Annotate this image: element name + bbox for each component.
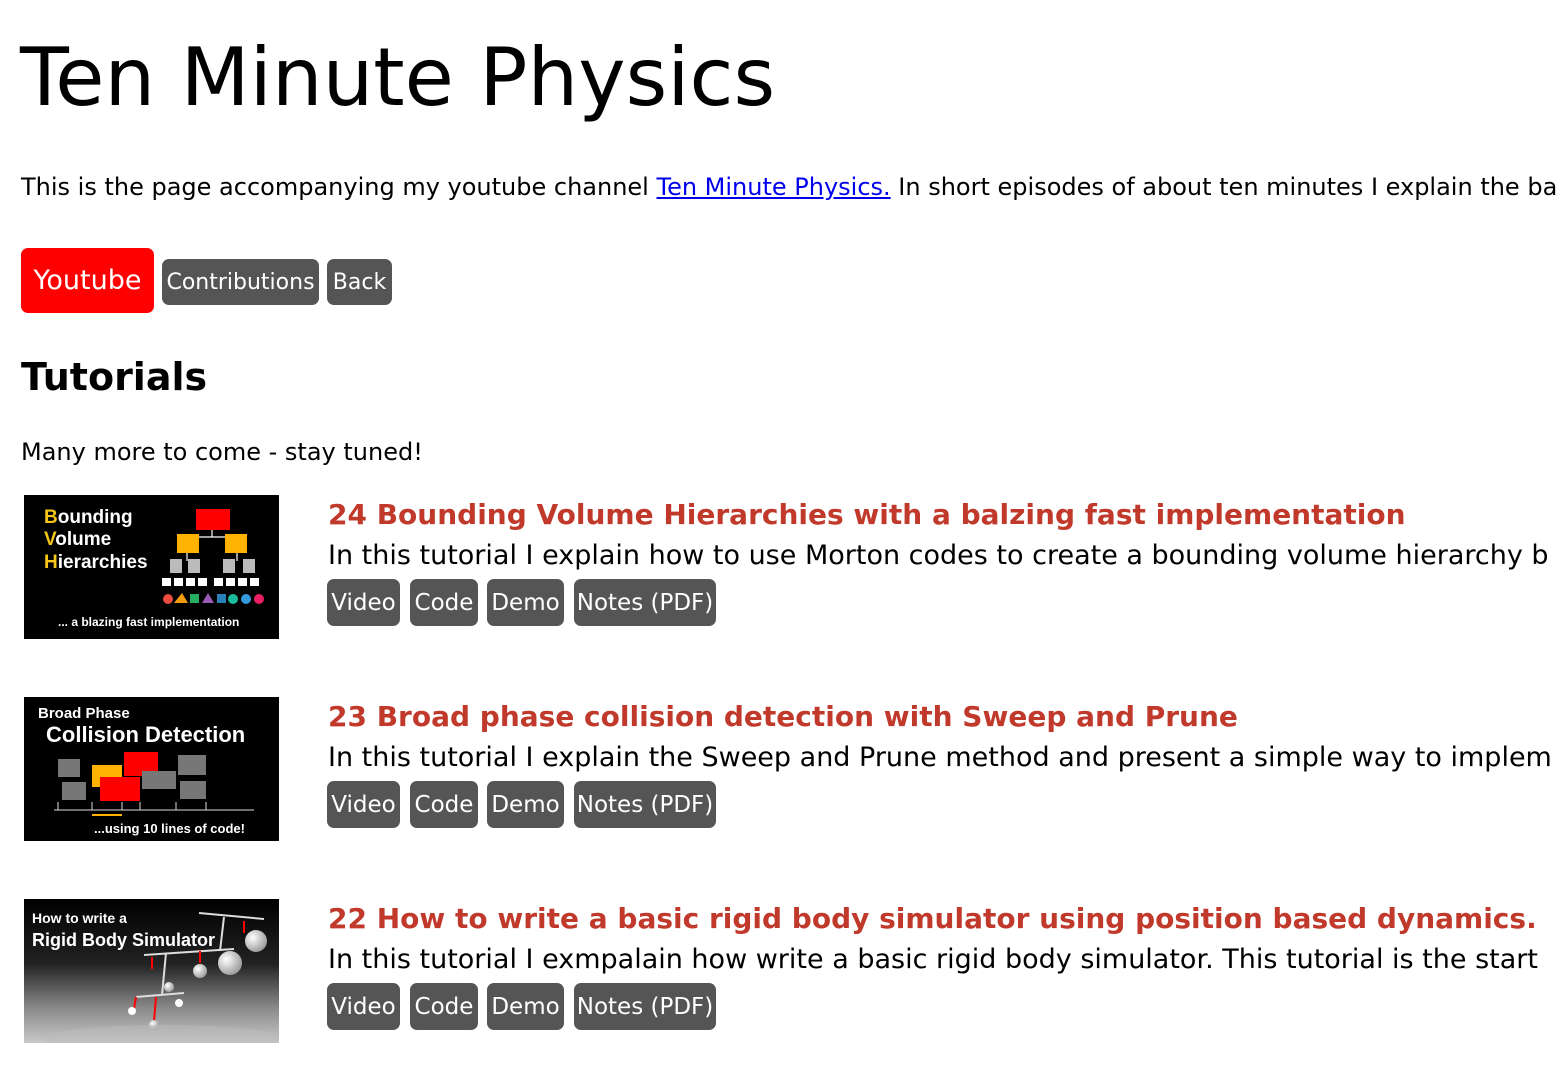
tutorial-item-23: Broad Phase Collision Detection ...using… [24, 697, 1560, 843]
intro-text: This is the page accompanying my youtube… [21, 172, 1557, 202]
thumb-text: Broad Phase [38, 705, 130, 722]
tutorial-title-link[interactable]: 24 Bounding Volume Hierarchies with a ba… [328, 497, 1406, 533]
tutorial-title-link[interactable]: 23 Broad phase collision detection with … [328, 699, 1238, 735]
intro-text-after: In short episodes of about ten minutes I… [890, 173, 1558, 201]
thumb-text: ierarchies [58, 552, 148, 573]
thumb-text: H [44, 552, 58, 573]
tutorial-description: In this tutorial I exmpalain how write a… [328, 944, 1538, 975]
tutorial-item-22: How to write a Rigid Body Simulator 22 H… [24, 899, 1560, 1045]
thumb-text: How to write a [32, 910, 127, 926]
notes-pdf-button[interactable]: Notes (PDF) [574, 781, 716, 828]
notes-pdf-button[interactable]: Notes (PDF) [574, 579, 716, 626]
intro-text-before: This is the page accompanying my youtube… [21, 173, 657, 201]
tutorials-subtitle: Many more to come - stay tuned! [21, 438, 423, 466]
demo-button[interactable]: Demo [487, 983, 564, 1030]
page: Ten Minute Physics This is the page acco… [0, 0, 1560, 1077]
thumb-text: B [44, 507, 58, 528]
tutorial-thumbnail-rigid-body[interactable]: How to write a Rigid Body Simulator [24, 899, 279, 1043]
svg-text:Bounding: Bounding [44, 507, 133, 528]
svg-text:Volume: Volume [44, 529, 111, 550]
tutorial-thumbnail-bvh[interactable]: Bounding Volume Hierarchies ... a blazin… [24, 495, 279, 639]
video-button[interactable]: Video [327, 983, 400, 1030]
tutorial-description: In this tutorial I explain how to use Mo… [328, 540, 1549, 571]
tutorials-heading: Tutorials [21, 355, 208, 399]
page-title: Ten Minute Physics [20, 31, 776, 124]
code-button[interactable]: Code [410, 781, 478, 828]
code-button[interactable]: Code [410, 579, 478, 626]
demo-button[interactable]: Demo [487, 781, 564, 828]
tutorial-item-24: Bounding Volume Hierarchies ... a blazin… [24, 495, 1560, 641]
channel-link[interactable]: Ten Minute Physics. [656, 173, 890, 201]
back-button[interactable]: Back [327, 259, 392, 305]
thumb-text: Collision Detection [46, 722, 245, 747]
thumb-text: Rigid Body Simulator [32, 930, 215, 950]
thumb-text: ounding [58, 507, 133, 528]
video-button[interactable]: Video [327, 579, 400, 626]
video-button[interactable]: Video [327, 781, 400, 828]
youtube-button[interactable]: Youtube [21, 248, 154, 313]
notes-pdf-button[interactable]: Notes (PDF) [574, 983, 716, 1030]
code-button[interactable]: Code [410, 983, 478, 1030]
thumb-text: ... a blazing fast implementation [58, 615, 239, 629]
tutorial-description: In this tutorial I explain the Sweep and… [328, 742, 1552, 773]
thumb-text: olume [55, 529, 111, 550]
contributions-button[interactable]: Contributions [162, 259, 319, 305]
tutorial-title-link[interactable]: 22 How to write a basic rigid body simul… [328, 901, 1537, 937]
demo-button[interactable]: Demo [487, 579, 564, 626]
thumb-text: ...using 10 lines of code! [94, 821, 245, 836]
svg-text:Hierarchies: Hierarchies [44, 552, 148, 573]
tutorial-thumbnail-sweep-prune[interactable]: Broad Phase Collision Detection ...using… [24, 697, 279, 841]
